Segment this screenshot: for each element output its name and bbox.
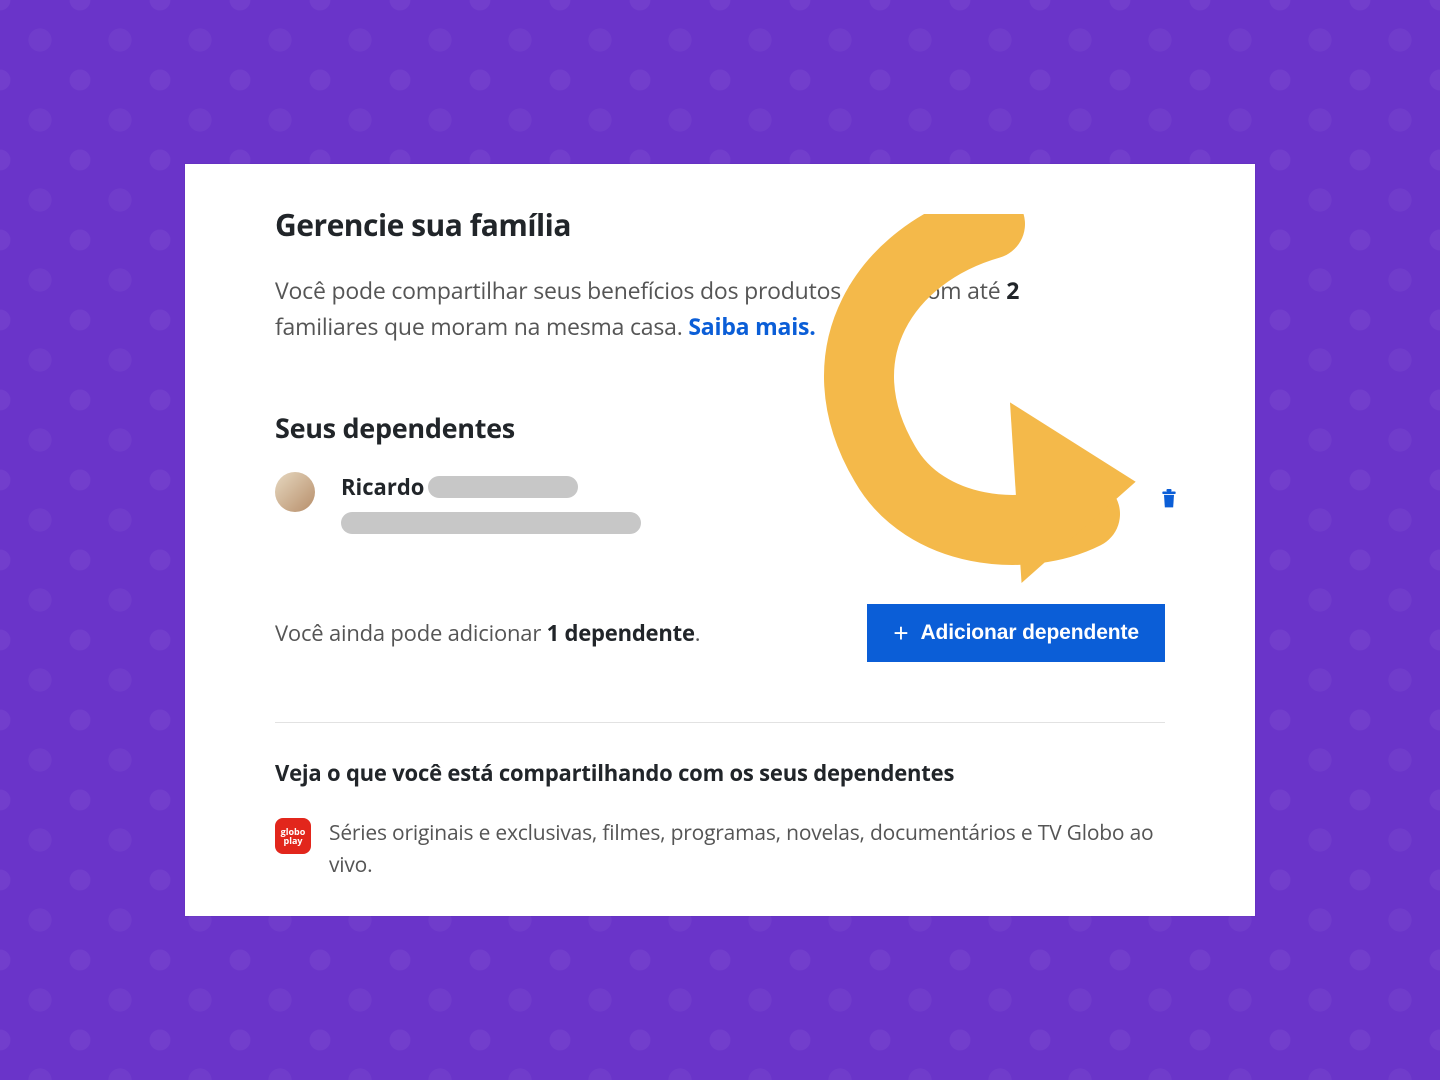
intro-post: familiares que moram na mesma casa. <box>275 310 688 342</box>
learn-more-link[interactable]: Saiba mais. <box>688 310 815 342</box>
page-title: Gerencie sua família <box>275 204 1165 245</box>
dependent-info: Ricardo <box>341 472 641 534</box>
add-dependent-button[interactable]: + Adicionar dependente <box>867 604 1165 662</box>
add-row: Você ainda pode adicionar 1 dependente. … <box>275 604 1165 662</box>
redacted-email <box>341 512 641 534</box>
product-row: globo play Séries originais e exclusivas… <box>275 818 1165 881</box>
dependents-heading: Seus dependentes <box>275 409 1165 446</box>
plus-icon: + <box>893 620 908 646</box>
dependent-row: Ricardo <box>275 466 1165 594</box>
dependent-name: Ricardo <box>341 472 424 502</box>
product-description: Séries originais e exclusivas, filmes, p… <box>329 818 1165 881</box>
divider <box>275 722 1165 723</box>
sharing-heading: Veja o que você está compartilhando com … <box>275 758 1165 788</box>
trash-icon <box>1159 487 1179 514</box>
intro-text: Você pode compartilhar seus benefícios d… <box>275 273 1065 344</box>
badge-line-2: play <box>284 836 303 845</box>
globoplay-icon: globo play <box>275 818 311 854</box>
remaining-post: . <box>695 618 701 648</box>
intro-count: 2 <box>1006 274 1019 306</box>
intro-pre: Você pode compartilhar seus benefícios d… <box>275 274 1006 306</box>
redacted-name <box>428 476 578 498</box>
remaining-pre: Você ainda pode adicionar <box>275 618 547 648</box>
family-card: Gerencie sua família Você pode compartil… <box>185 164 1255 916</box>
remaining-text: Você ainda pode adicionar 1 dependente. <box>275 618 700 648</box>
remaining-count: 1 dependente <box>547 618 695 648</box>
add-button-label: Adicionar dependente <box>920 621 1139 645</box>
avatar <box>275 472 315 512</box>
delete-dependent-button[interactable] <box>1153 484 1185 516</box>
